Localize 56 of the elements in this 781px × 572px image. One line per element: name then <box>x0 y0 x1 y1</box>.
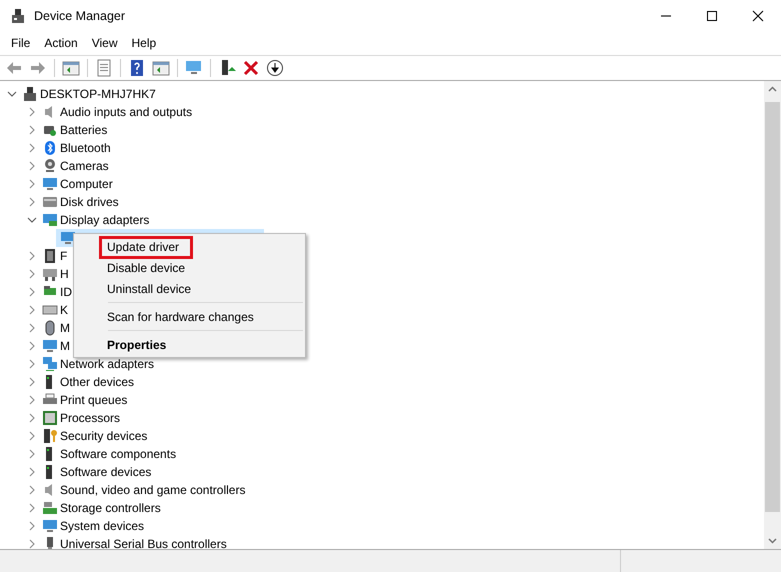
window-title: Device Manager <box>34 8 126 22</box>
maximize-icon <box>706 10 718 22</box>
tree-item[interactable]: Network adapters <box>60 357 154 371</box>
tree-item[interactable]: Sound, video and game controllers <box>60 483 246 497</box>
webcam-icon <box>42 158 58 174</box>
scroll-thumb[interactable] <box>765 102 780 512</box>
tree-item[interactable]: Bluetooth <box>60 141 111 155</box>
monitor-icon <box>42 176 58 192</box>
tree-item[interactable]: Storage controllers <box>60 501 161 515</box>
tree-item[interactable]: Computer <box>60 177 113 191</box>
tree-item[interactable]: Other devices <box>60 375 134 389</box>
storage-icon <box>42 500 58 516</box>
tree-item[interactable]: Software devices <box>60 465 152 479</box>
monitor-icon <box>42 518 58 534</box>
close-icon <box>752 10 764 22</box>
context-menu-item[interactable]: Scan for hardware changes <box>74 306 305 327</box>
tree-item[interactable]: K <box>60 303 68 317</box>
tree-item[interactable]: Cameras <box>60 159 109 173</box>
tree-item[interactable]: Disk drives <box>60 195 119 209</box>
context-menu-item[interactable]: Properties <box>74 334 305 355</box>
context-menu-item[interactable]: Uninstall device <box>74 278 305 299</box>
bluetooth-icon <box>42 140 58 156</box>
keyboard-card-icon <box>42 266 58 282</box>
chip-icon <box>42 248 58 264</box>
tree-item[interactable]: ID <box>60 285 72 299</box>
download-button[interactable] <box>265 58 285 78</box>
menu-item[interactable]: File <box>4 34 38 52</box>
drive-icon <box>42 194 58 210</box>
display-card-icon <box>42 212 58 228</box>
tree-root[interactable]: DESKTOP-MHJ7HK7 <box>40 87 156 101</box>
tree-item[interactable]: Software components <box>60 447 176 461</box>
menu-item[interactable]: View <box>84 34 124 52</box>
tree-item[interactable]: Print queues <box>60 393 128 407</box>
tree-item[interactable]: Processors <box>60 411 120 425</box>
context-menu-item[interactable]: Update driver <box>74 236 305 257</box>
tree-item[interactable]: Universal Serial Bus controllers <box>60 537 227 549</box>
tree-item[interactable]: System devices <box>60 519 144 533</box>
processor-icon <box>42 410 58 426</box>
tree-item[interactable]: F <box>60 249 68 263</box>
tree-item[interactable]: M <box>60 339 70 353</box>
menu-item[interactable]: Help <box>124 34 164 52</box>
menu-item[interactable]: Action <box>37 34 85 52</box>
tree-item[interactable]: Batteries <box>60 123 108 137</box>
tree-item[interactable]: Audio inputs and outputs <box>60 105 192 119</box>
context-menu-item[interactable]: Disable device <box>74 257 305 278</box>
tree-item[interactable]: H <box>60 267 69 281</box>
computer-icon <box>22 86 38 102</box>
app-icon <box>10 8 26 24</box>
monitor-icon <box>42 338 58 354</box>
scrollbar[interactable] <box>764 81 781 549</box>
uninstall-button[interactable] <box>241 58 261 78</box>
tree-item[interactable]: Display adapters <box>60 213 150 227</box>
tree-item[interactable]: M <box>60 321 70 335</box>
tree-item[interactable]: Security devices <box>60 429 148 443</box>
key-icon <box>42 428 58 444</box>
network-icon <box>42 356 58 372</box>
